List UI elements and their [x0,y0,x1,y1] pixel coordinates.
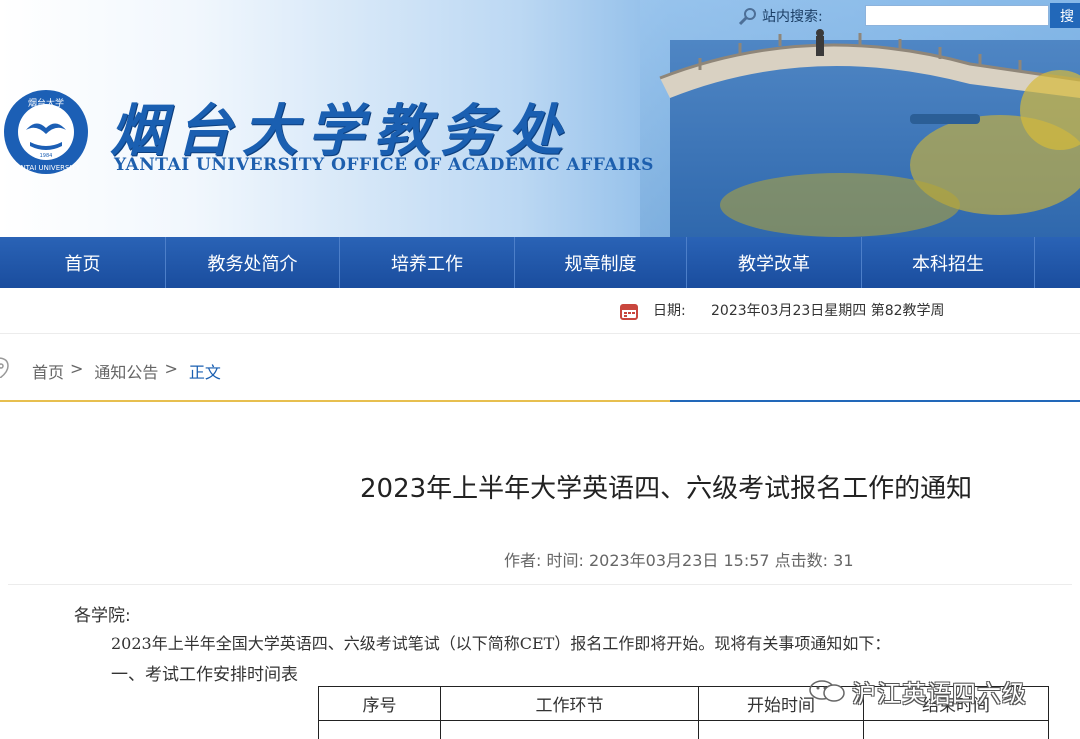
wechat-icon [809,680,845,702]
watermark: 沪江英语四六级 [808,676,1027,708]
nav-item-training[interactable]: 培养工作 [340,237,515,288]
svg-text:1984: 1984 [40,153,53,159]
nav-item-admissions[interactable]: 本科招生 [862,237,1035,288]
breadcrumb-separator: > [70,359,84,378]
table-cell [318,720,441,739]
site-title-en: YANTAI UNIVERSITY OFFICE OF ACADEMIC AFF… [114,155,654,175]
table-row [318,720,1049,739]
nav-item-about[interactable]: 教务处简介 [166,237,340,288]
breadcrumb-current: 正文 [188,363,221,382]
nav-item-regulations[interactable]: 规章制度 [515,237,687,288]
table-cell [440,720,699,739]
date-value: 2023年03月23日星期四 第82教学周 [711,303,945,319]
breadcrumb: 首页 > 通知公告 > 正文 [0,352,1080,388]
location-pin-icon [0,357,9,378]
article-meta: 作者: 时间: 2023年03月23日 15:57 点击数: 31 [504,551,854,570]
table-header-cell: 工作环节 [440,686,699,721]
breadcrumb-separator: > [164,359,178,378]
search-input[interactable] [865,5,1049,26]
breadcrumb-home[interactable]: 首页 [32,359,64,383]
divider-gold [0,400,670,402]
article-divider [8,584,1072,585]
svg-text:YANTAI UNIVERSITY: YANTAI UNIVERSITY [11,164,81,172]
svg-text:烟台大学: 烟台大学 [28,97,64,109]
site-header: 烟台大学 YANTAI UNIVERSITY 1984 烟台大学教务处 YANT… [0,0,1080,237]
article-section-heading: 一、考试工作安排时间表 [111,665,298,685]
search-button[interactable]: 搜 [1050,3,1080,28]
date-bar: 日期: 2023年03月23日星期四 第82教学周 [0,288,1080,334]
table-cell [863,720,1049,739]
date-label: 日期: [653,303,686,319]
table-cell [698,720,864,739]
magnifier-icon [738,8,756,26]
search-label: 站内搜索: [762,9,823,25]
watermark-text: 沪江英语四六级 [852,679,1027,708]
article-salutation: 各学院: [74,606,131,626]
university-seal-logo: 烟台大学 YANTAI UNIVERSITY 1984 [4,90,88,174]
article-paragraph: 2023年上半年全国大学英语四、六级考试笔试（以下简称CET）报名工作即将开始。… [111,634,891,653]
nav-item-home[interactable]: 首页 [0,237,166,288]
calendar-icon [620,304,638,320]
breadcrumb-items: 首页 > 通知公告 > 正文 [32,359,221,383]
divider-blue [670,400,1080,402]
article-title: 2023年上半年大学英语四、六级考试报名工作的通知 [360,474,973,504]
nav-item-reform[interactable]: 教学改革 [687,237,862,288]
table-header-cell: 序号 [318,686,441,721]
search-area: 站内搜索: [738,4,831,28]
main-nav: 首页 教务处简介 培养工作 规章制度 教学改革 本科招生 [0,237,1080,288]
lake-bridge-photo [640,0,1080,237]
breadcrumb-notices[interactable]: 通知公告 [94,359,158,383]
